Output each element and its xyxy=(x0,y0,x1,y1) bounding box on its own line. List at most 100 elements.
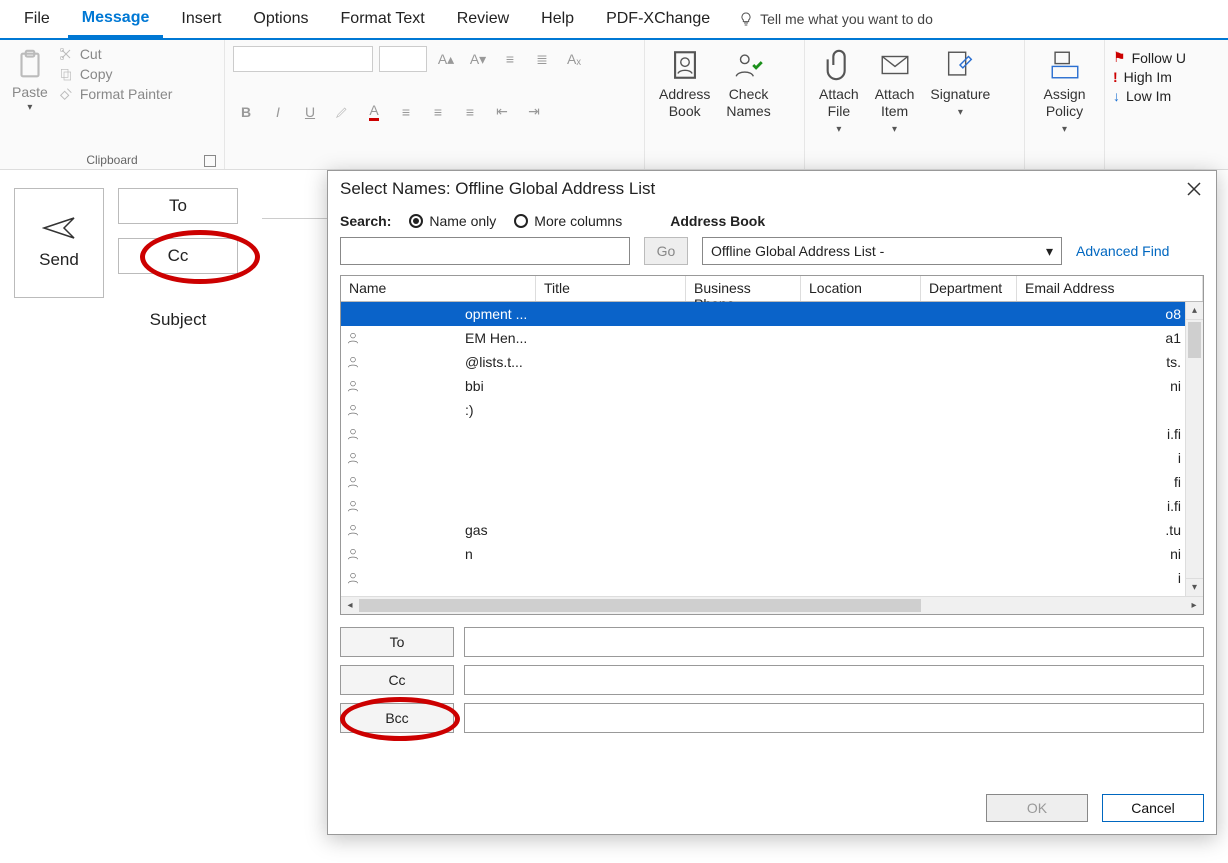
cc-button[interactable]: Cc xyxy=(118,238,238,274)
tab-file[interactable]: File xyxy=(10,2,64,36)
clipboard-icon xyxy=(13,48,47,82)
font-size-combo[interactable] xyxy=(379,46,427,72)
tab-help[interactable]: Help xyxy=(527,2,588,36)
scroll-down-icon[interactable]: ▾ xyxy=(1186,578,1203,596)
low-importance-button[interactable]: ↓ Low Im xyxy=(1113,88,1220,104)
address-book-value: Offline Global Address List - xyxy=(711,243,884,259)
dialog-close-button[interactable] xyxy=(1182,177,1206,201)
copy-button[interactable]: Copy xyxy=(58,66,173,82)
underline-button[interactable]: U xyxy=(297,99,323,125)
scroll-thumb[interactable] xyxy=(359,599,921,612)
radio-more-columns[interactable]: More columns xyxy=(514,213,622,229)
horizontal-scrollbar[interactable]: ◂ ▸ xyxy=(341,596,1203,614)
dialog-bcc-input[interactable] xyxy=(464,703,1204,733)
assign-policy-button[interactable]: Assign Policy ▾ xyxy=(1033,46,1096,137)
signature-button[interactable]: Signature ▾ xyxy=(924,46,996,137)
grow-font-button[interactable]: A▴ xyxy=(433,46,459,72)
increase-indent-button[interactable]: ⇥ xyxy=(521,99,547,125)
tell-me-search[interactable]: Tell me what you want to do xyxy=(738,11,933,27)
list-item[interactable]: i xyxy=(341,446,1185,470)
list-item-email: .tu xyxy=(1165,522,1185,538)
scroll-up-icon[interactable]: ▴ xyxy=(1186,302,1203,320)
align-right-button[interactable]: ≡ xyxy=(457,99,483,125)
send-button[interactable]: Send xyxy=(14,188,104,298)
list-item[interactable]: opment ...o8 xyxy=(341,302,1185,326)
font-color-button[interactable]: A xyxy=(361,99,387,125)
list-item[interactable]: @lists.t...ts. xyxy=(341,350,1185,374)
col-title[interactable]: Title xyxy=(536,276,686,301)
dialog-cc-input[interactable] xyxy=(464,665,1204,695)
shrink-font-button[interactable]: A▾ xyxy=(465,46,491,72)
tab-insert[interactable]: Insert xyxy=(167,2,235,36)
format-painter-label: Format Painter xyxy=(80,86,173,102)
format-painter-button[interactable]: Format Painter xyxy=(58,86,173,102)
align-left-button[interactable]: ≡ xyxy=(393,99,419,125)
clipboard-dialog-launcher-icon[interactable] xyxy=(204,155,216,167)
col-phone[interactable]: Business Phone xyxy=(686,276,801,301)
list-item[interactable]: fi xyxy=(341,470,1185,494)
tab-options[interactable]: Options xyxy=(239,2,322,36)
col-location[interactable]: Location xyxy=(801,276,921,301)
list-item[interactable]: gas.tu xyxy=(341,518,1185,542)
font-family-combo[interactable] xyxy=(233,46,373,72)
list-item[interactable]: EM Hen...a1 xyxy=(341,326,1185,350)
to-button[interactable]: To xyxy=(118,188,238,224)
list-item[interactable]: :) xyxy=(341,398,1185,422)
list-item[interactable]: nni xyxy=(341,542,1185,566)
vertical-scrollbar[interactable]: ▴ ▾ xyxy=(1185,302,1203,596)
col-name[interactable]: Name xyxy=(341,276,536,301)
high-importance-label: High Im xyxy=(1124,69,1172,85)
tab-message[interactable]: Message xyxy=(68,1,164,38)
address-book-button[interactable]: Address Book xyxy=(653,46,716,122)
list-rows[interactable]: opment ...o8EM Hen...a1@lists.t...ts.bbi… xyxy=(341,302,1185,596)
group-names: Address Book Check Names xyxy=(645,40,805,169)
address-book-select[interactable]: Offline Global Address List - ▾ xyxy=(702,237,1062,265)
decrease-indent-button[interactable]: ⇤ xyxy=(489,99,515,125)
check-names-button[interactable]: Check Names xyxy=(720,46,776,122)
high-importance-button[interactable]: ! High Im xyxy=(1113,69,1220,85)
italic-button[interactable]: I xyxy=(265,99,291,125)
list-item[interactable]: bbini xyxy=(341,374,1185,398)
ok-button[interactable]: OK xyxy=(986,794,1088,822)
dialog-to-button[interactable]: To xyxy=(340,627,454,657)
radio-name-only[interactable]: Name only xyxy=(409,213,496,229)
search-input[interactable] xyxy=(340,237,630,265)
tab-format-text[interactable]: Format Text xyxy=(327,2,439,36)
align-center-button[interactable]: ≡ xyxy=(425,99,451,125)
list-item[interactable]: i.fi xyxy=(341,422,1185,446)
go-button[interactable]: Go xyxy=(644,237,688,265)
col-email[interactable]: Email Address xyxy=(1017,276,1203,301)
tab-pdfxchange[interactable]: PDF-XChange xyxy=(592,2,724,36)
attach-item-label: Attach Item xyxy=(875,86,915,120)
clear-formatting-button[interactable]: Aₓ xyxy=(561,46,587,72)
list-item-name: n xyxy=(365,546,965,562)
scroll-left-icon[interactable]: ◂ xyxy=(341,600,359,611)
attach-file-button[interactable]: Attach File ▾ xyxy=(813,46,865,137)
paintbrush-icon xyxy=(58,86,74,102)
attach-item-button[interactable]: Attach Item ▾ xyxy=(869,46,921,137)
chevron-down-icon: ▾ xyxy=(1046,243,1053,260)
follow-up-button[interactable]: ⚑ Follow U xyxy=(1113,49,1220,66)
bold-button[interactable]: B xyxy=(233,99,259,125)
tab-review[interactable]: Review xyxy=(443,2,523,36)
paste-button[interactable]: Paste ▾ xyxy=(8,46,52,115)
scroll-thumb[interactable] xyxy=(1188,322,1201,358)
follow-up-label: Follow U xyxy=(1132,50,1186,66)
list-item-email: i.fi xyxy=(1167,426,1185,442)
person-icon xyxy=(341,379,365,393)
bullets-button[interactable]: ≡ xyxy=(497,46,523,72)
list-item[interactable]: i xyxy=(341,566,1185,590)
numbering-button[interactable]: ≣ xyxy=(529,46,555,72)
cancel-button[interactable]: Cancel xyxy=(1102,794,1204,822)
address-book-icon xyxy=(668,48,702,82)
highlight-button[interactable] xyxy=(329,99,355,125)
list-item[interactable]: i.fi xyxy=(341,494,1185,518)
dialog-to-input[interactable] xyxy=(464,627,1204,657)
dialog-bcc-button[interactable]: Bcc xyxy=(340,703,454,733)
list-item-email: ts. xyxy=(1166,354,1185,370)
scroll-right-icon[interactable]: ▸ xyxy=(1185,600,1203,611)
col-department[interactable]: Department xyxy=(921,276,1017,301)
advanced-find-link[interactable]: Advanced Find xyxy=(1076,243,1169,259)
cut-button[interactable]: Cut xyxy=(58,46,173,62)
dialog-cc-button[interactable]: Cc xyxy=(340,665,454,695)
